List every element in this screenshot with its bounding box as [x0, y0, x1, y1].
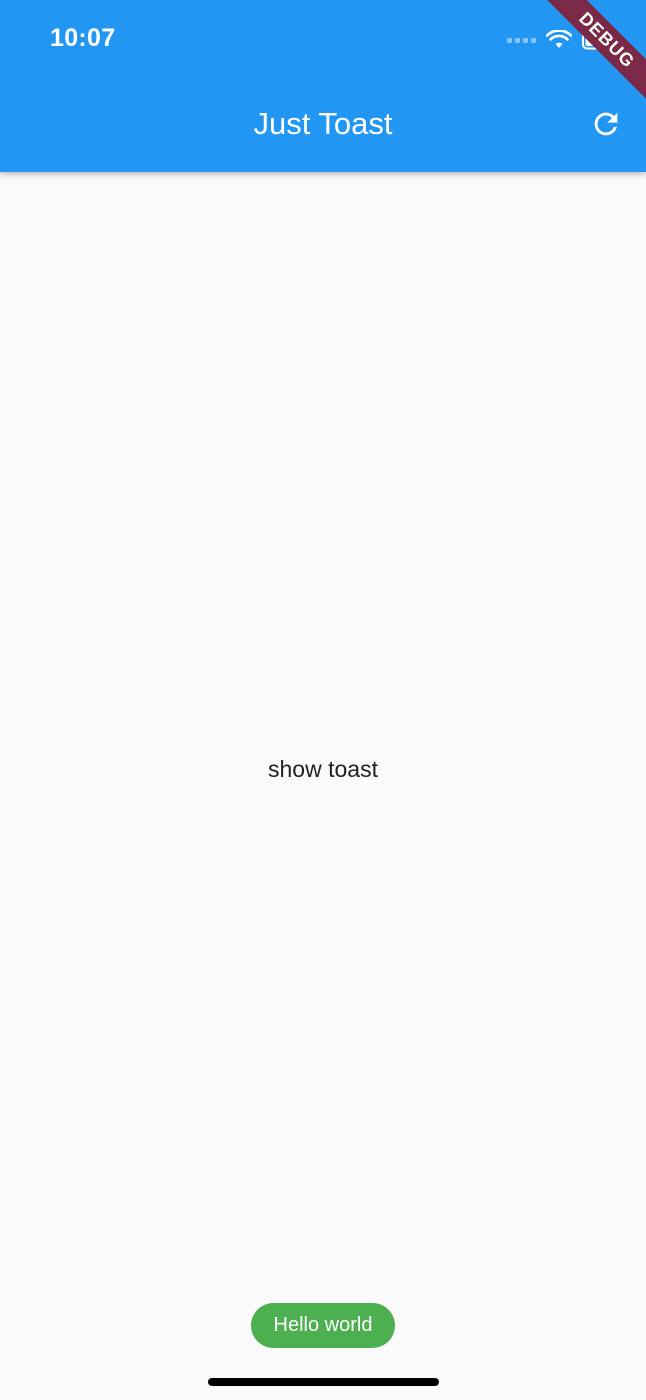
- toast: Hello world: [251, 1303, 395, 1348]
- debug-banner: DEBUG: [536, 0, 646, 111]
- home-indicator: [208, 1378, 439, 1386]
- app-bar-title: Just Toast: [253, 106, 393, 141]
- show-toast-button[interactable]: show toast: [0, 756, 646, 783]
- status-time: 10:07: [50, 24, 116, 52]
- app-bar: 10:07 Just Toast DEBUG: [0, 0, 646, 172]
- signal-icon: [507, 37, 536, 43]
- toast-message: Hello world: [273, 1314, 373, 1336]
- refresh-icon: [594, 112, 618, 136]
- refresh-button[interactable]: [586, 104, 626, 144]
- wifi-icon: [546, 30, 572, 48]
